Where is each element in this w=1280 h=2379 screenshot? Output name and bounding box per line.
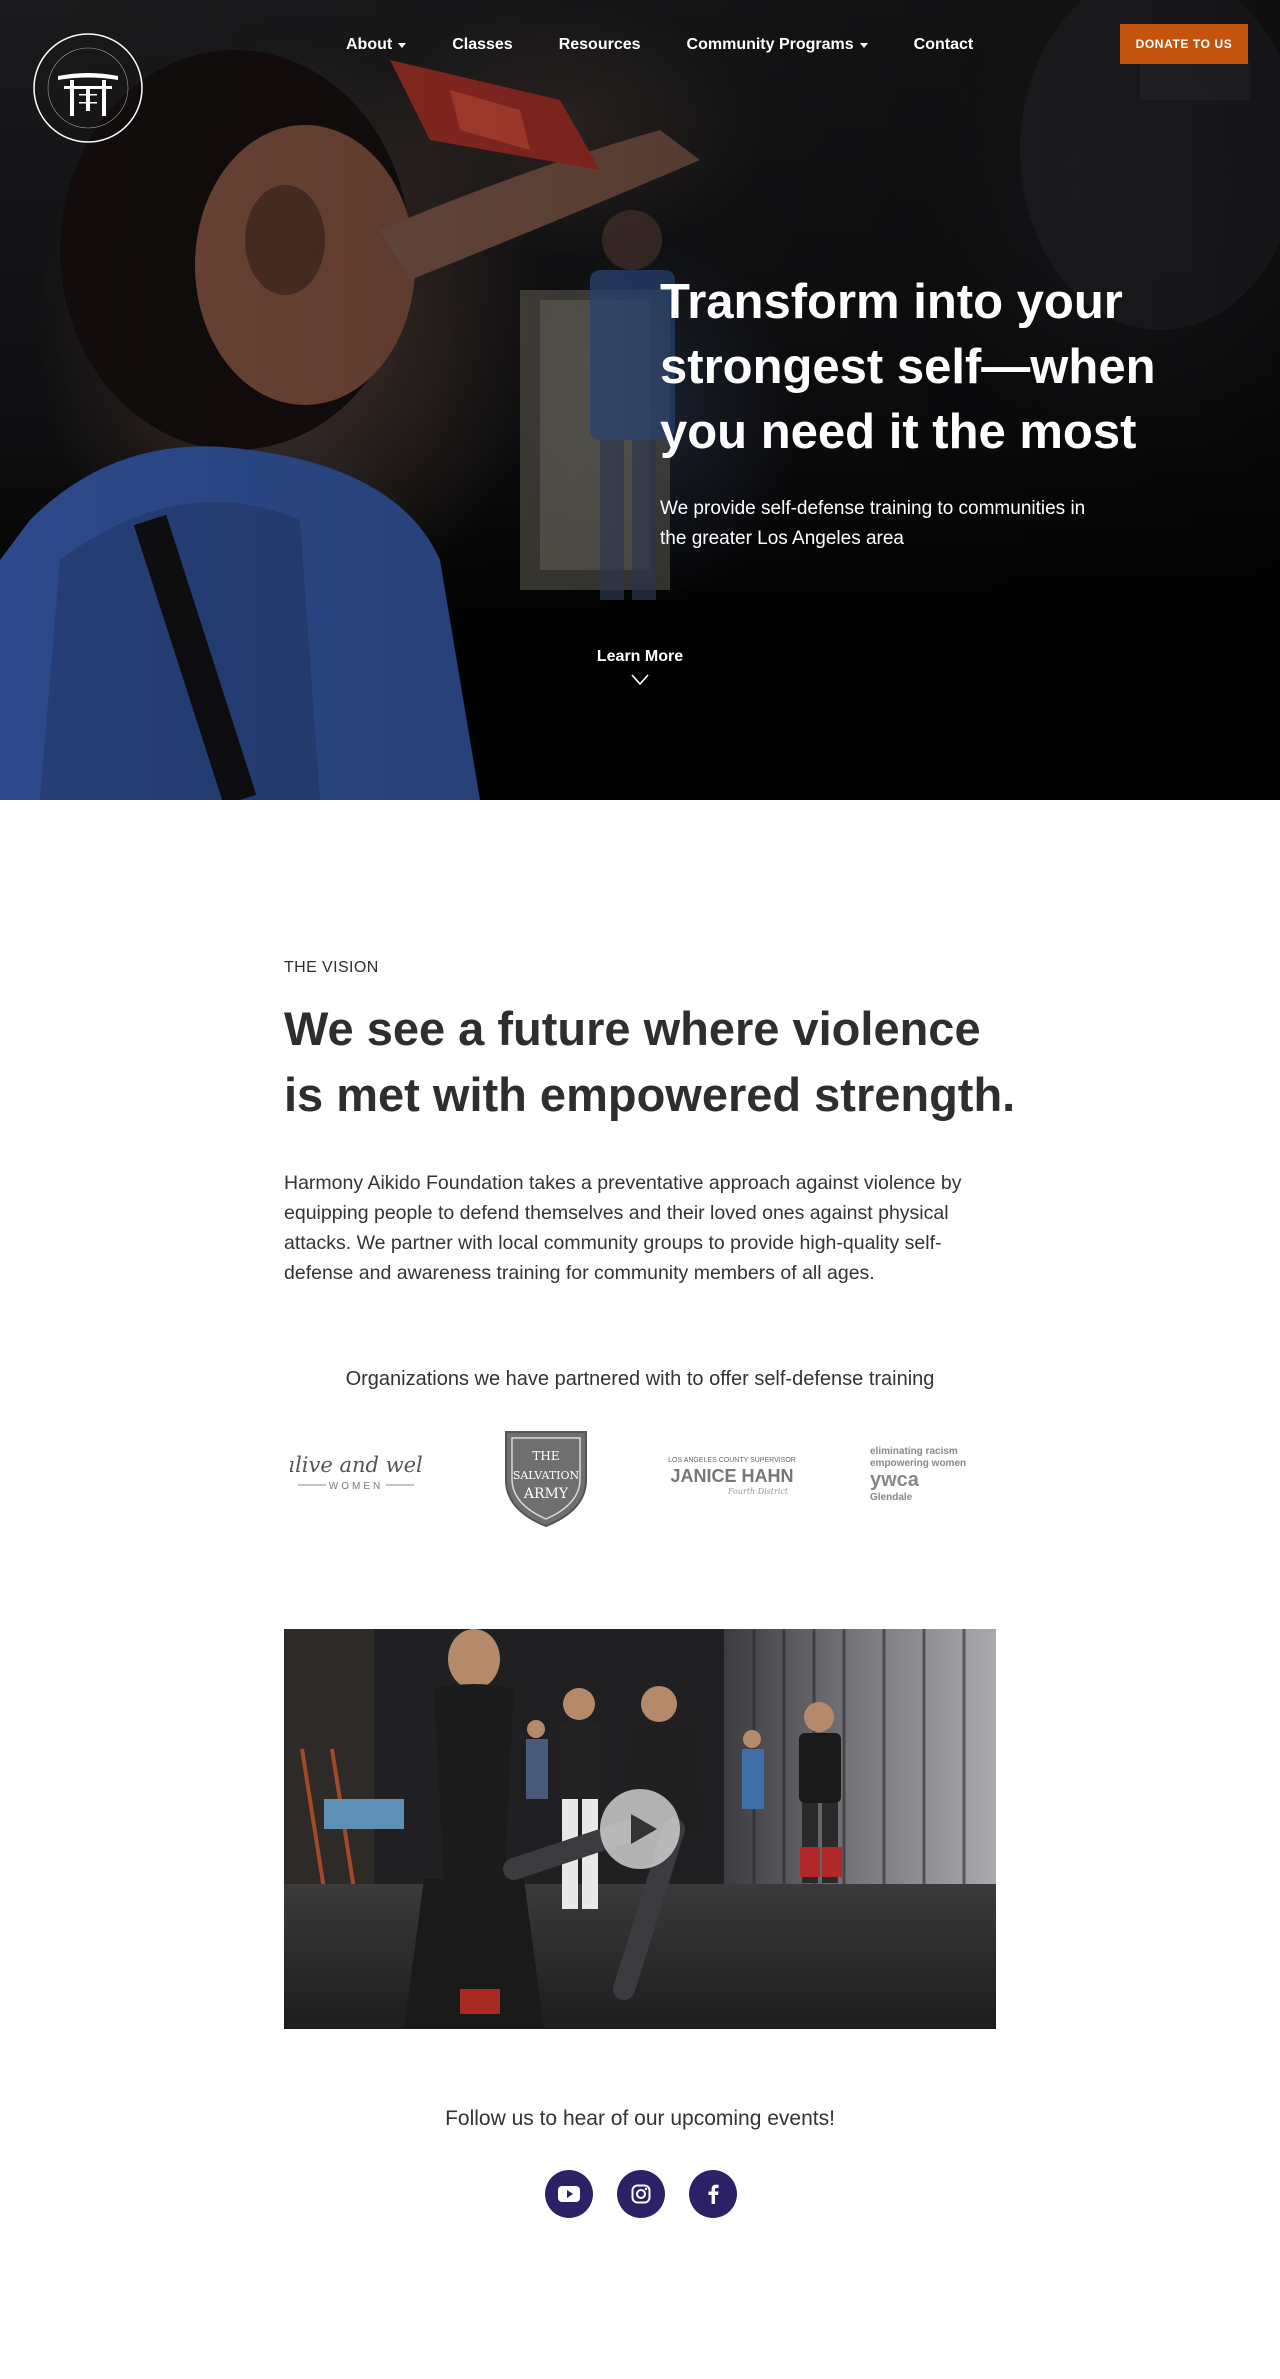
vision-body: Harmony Aikido Foundation takes a preven… (284, 1172, 962, 1284)
svg-text:JANICE HAHN: JANICE HAHN (670, 1466, 793, 1486)
section-eyebrow: THE VISION (284, 959, 379, 976)
main-nav: About Classes Resources Community Progra… (346, 34, 1019, 56)
svg-text:Glendale: Glendale (870, 1492, 913, 1503)
svg-text:WOMEN: WOMEN (329, 1481, 383, 1492)
partner-logo-alive-and-well[interactable]: alive and well WOMEN (290, 1448, 422, 1502)
nav-about[interactable]: About (346, 36, 407, 54)
chevron-down-icon (859, 42, 868, 48)
follow-text: Follow us to hear of our upcoming events… (445, 2107, 835, 2130)
hero-title: Transform into your strongest self—when … (660, 275, 1156, 459)
svg-text:ywca: ywca (870, 1469, 920, 1491)
partners-heading: Organizations we have partnered with to … (345, 1368, 935, 1390)
nav-classes[interactable]: Classes (452, 36, 513, 54)
donate-button[interactable]: DONATE TO US (1120, 24, 1248, 64)
svg-text:Fourth District: Fourth District (727, 1487, 789, 1496)
svg-text:eliminating racism: eliminating racism (870, 1446, 958, 1457)
partner-logo-janice-hahn[interactable]: LOS ANGELES COUNTY SUPERVISOR JANICE HAH… (662, 1452, 802, 1502)
partner-logo-ywca[interactable]: eliminating racism empowering women ywca… (870, 1444, 990, 1510)
nav-contact[interactable]: Contact (914, 36, 974, 54)
nav-community-programs[interactable]: Community Programs (687, 36, 868, 54)
facebook-link[interactable] (689, 2170, 737, 2218)
chevron-down-icon[interactable] (631, 674, 649, 686)
vision-title: We see a future where violence is met wi… (284, 1002, 1016, 1121)
play-icon (630, 1814, 657, 1844)
svg-text:alive and well: alive and well (290, 1453, 422, 1477)
chevron-down-icon (398, 42, 407, 48)
nav-resources[interactable]: Resources (559, 36, 641, 54)
video-player[interactable] (284, 1629, 996, 2029)
facebook-icon (708, 2184, 719, 2204)
svg-text:ARMY: ARMY (523, 1486, 569, 1502)
instagram-icon (631, 2184, 651, 2204)
svg-text:THE: THE (532, 1449, 559, 1463)
hero-section: About Classes Resources Community Progra… (0, 0, 1280, 800)
instagram-link[interactable] (617, 2170, 665, 2218)
hero-subtitle: We provide self-defense training to comm… (660, 498, 1086, 549)
youtube-link[interactable] (545, 2170, 593, 2218)
partner-logo-salvation-army[interactable]: THE SALVATION ARMY (500, 1424, 592, 1528)
svg-text:SALVATION: SALVATION (513, 1469, 580, 1482)
svg-text:empowering women: empowering women (870, 1458, 966, 1469)
youtube-icon (558, 2186, 580, 2202)
play-button[interactable] (600, 1789, 680, 1869)
partner-logos: alive and well WOMEN THE SALVATION ARMY … (284, 1420, 996, 1530)
learn-more-link[interactable]: Learn More (560, 648, 720, 666)
harmony-aikido-logo[interactable] (32, 32, 144, 144)
svg-text:LOS ANGELES COUNTY SUPERVISOR: LOS ANGELES COUNTY SUPERVISOR (668, 1457, 796, 1464)
